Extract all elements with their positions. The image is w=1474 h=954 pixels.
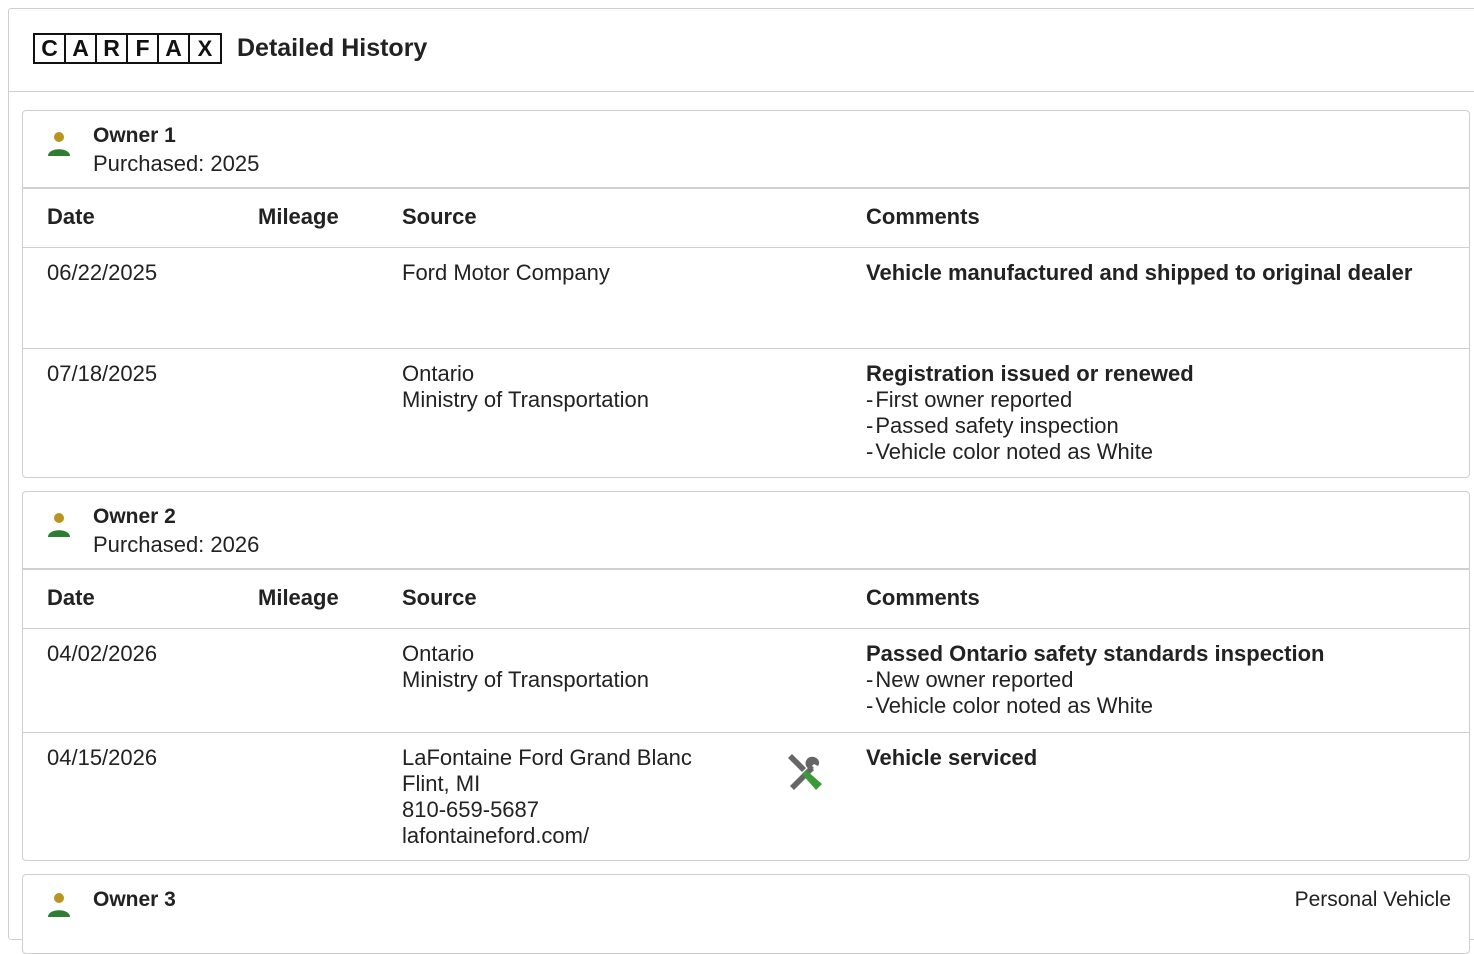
comment-item: New owner reported [866,667,1426,693]
comment-title: Vehicle serviced [866,745,1038,770]
comment-title: Passed Ontario safety standards inspecti… [866,641,1325,666]
owner-section: Owner 3 Personal Vehicle [22,874,1470,954]
record-comments: Passed Ontario safety standards inspecti… [866,641,1426,719]
owner-name: Owner 1 [93,124,176,147]
comment-item: Vehicle color noted as White [866,439,1426,465]
source-line: Ontario [402,361,475,386]
table-row: 06/22/2025 Ford Motor Company Vehicle ma… [23,248,1469,349]
table-row: 04/15/2026 LaFontaine Ford Grand Blanc F… [23,733,1469,861]
source-line: 810-659-5687 [402,797,540,822]
record-source: Ford Motor Company [402,260,610,286]
source-line: Ontario [402,641,475,666]
owner-header: Owner 2 Purchased: 2026 [23,492,1469,570]
comment-item: Passed safety inspection [866,413,1426,439]
col-mileage: Mileage [258,585,339,610]
record-comments: Registration issued or renewed First own… [866,361,1426,465]
table-row: 04/02/2026 Ontario Ministry of Transport… [23,629,1469,733]
source-line: Flint, MI [402,771,481,796]
owner-section: Owner 2 Purchased: 2026 Date Mileage Sou… [22,491,1470,861]
comment-item: First owner reported [866,387,1426,413]
record-date: 04/02/2026 [47,641,158,666]
record-source: Ontario Ministry of Transportation [402,641,649,693]
col-date: Date [47,204,95,229]
record-date: 06/22/2025 [47,260,158,285]
comment-title: Vehicle manufactured and shipped to orig… [866,260,1413,285]
col-comments: Comments [866,204,980,229]
record-source: LaFontaine Ford Grand Blanc Flint, MI 81… [402,745,692,849]
person-icon [48,893,70,917]
source-line: Ministry of Transportation [402,387,649,412]
record-date: 07/18/2025 [47,361,158,386]
record-comments: Vehicle manufactured and shipped to orig… [866,260,1426,286]
record-date: 04/15/2026 [47,745,158,770]
comment-item: Vehicle color noted as White [866,693,1426,719]
owner-header: Owner 3 Personal Vehicle [23,875,1469,951]
table-row: 07/18/2025 Ontario Ministry of Transport… [23,349,1469,477]
col-mileage: Mileage [258,204,339,229]
source-line: Ford Motor Company [402,260,610,285]
record-source: Ontario Ministry of Transportation [402,361,649,413]
col-source: Source [402,585,477,610]
logo-letter: F [128,35,157,62]
col-source: Source [402,204,477,229]
owner-purchased: Purchased: 2025 [93,151,260,176]
table-header: Date Mileage Source Comments [23,570,1469,629]
comment-title: Registration issued or renewed [866,361,1194,386]
carfax-logo: C A R F A X [33,33,222,64]
logo-letter: A [159,35,188,62]
source-line: Ministry of Transportation [402,667,649,692]
record-comments: Vehicle serviced [866,745,1426,771]
owner-purchased: Purchased: 2026 [93,532,260,557]
report-header: C A R F A X Detailed History [8,8,1474,92]
owner-name: Owner 3 [93,888,176,911]
service-tools-icon [788,754,822,790]
logo-letter: C [35,35,64,62]
source-line: LaFontaine Ford Grand Blanc [402,745,692,770]
table-header: Date Mileage Source Comments [23,189,1469,248]
logo-letter: A [66,35,95,62]
person-icon [48,132,70,156]
owner-section: Owner 1 Purchased: 2025 Date Mileage Sou… [22,110,1470,478]
vehicle-type: Personal Vehicle [1294,888,1451,911]
logo-letter: R [97,35,126,62]
source-link[interactable]: lafontaineford.com/ [402,823,692,849]
owner-header: Owner 1 Purchased: 2025 [23,111,1469,189]
owner-name: Owner 2 [93,505,176,528]
logo-letter: X [190,35,220,62]
page-title: Detailed History [237,34,428,62]
person-icon [48,513,70,537]
col-comments: Comments [866,585,980,610]
col-date: Date [47,585,95,610]
